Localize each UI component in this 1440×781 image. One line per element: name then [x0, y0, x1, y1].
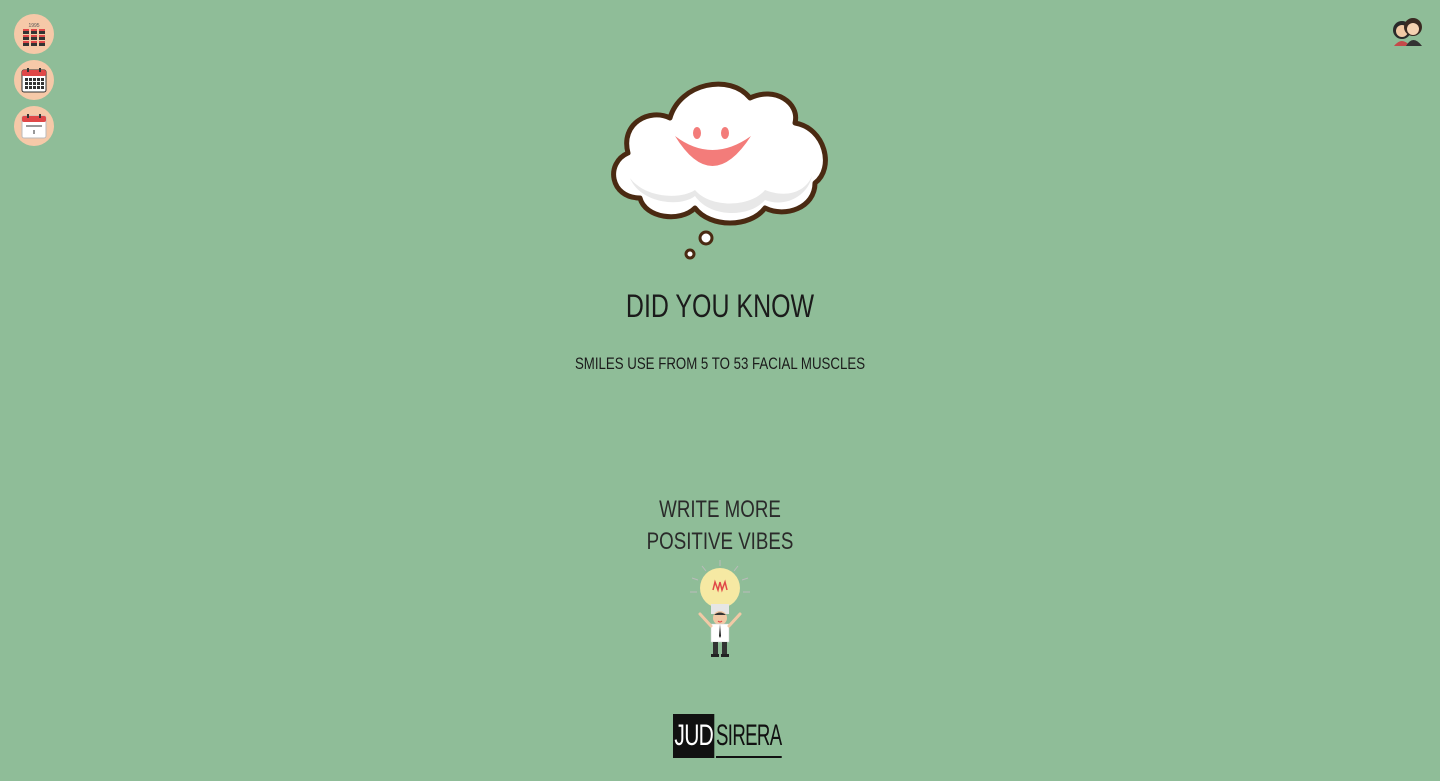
profile-avatar-button[interactable] — [1388, 12, 1428, 52]
view-nav: 1995 — [14, 14, 54, 146]
svg-text:1995: 1995 — [28, 23, 39, 29]
cta-line-1: WRITE MORE — [659, 496, 781, 523]
fact-text: SMILES USE FROM 5 TO 53 FACIAL MUSCLES — [574, 354, 866, 373]
lightbulb-man-icon — [690, 560, 750, 657]
smiling-cloud-illustration — [611, 81, 828, 260]
day-view-button[interactable] — [14, 106, 54, 146]
did-you-know-heading: DID YOU KNOW — [625, 288, 815, 324]
cta-line-2: POSITIVE VIBES — [646, 528, 794, 555]
month-calendar-icon — [21, 68, 47, 93]
logo-part-1: JUD — [673, 714, 715, 758]
year-view-button[interactable]: 1995 — [14, 14, 54, 54]
logo-part-2: SIRERA — [716, 714, 782, 758]
month-view-button[interactable] — [14, 60, 54, 100]
couple-avatar-icon — [1393, 18, 1422, 46]
year-calendar-icon: 1995 — [23, 23, 45, 46]
day-calendar-icon — [21, 114, 47, 139]
write-positive-vibes-link[interactable]: WRITE MORE POSITIVE VIBES — [620, 494, 820, 662]
page: 1995 DID YOU KNOW SMILES USE FROM 5 TO 5… — [0, 0, 1440, 781]
brand-logo: JUD SIRERA — [673, 714, 822, 758]
